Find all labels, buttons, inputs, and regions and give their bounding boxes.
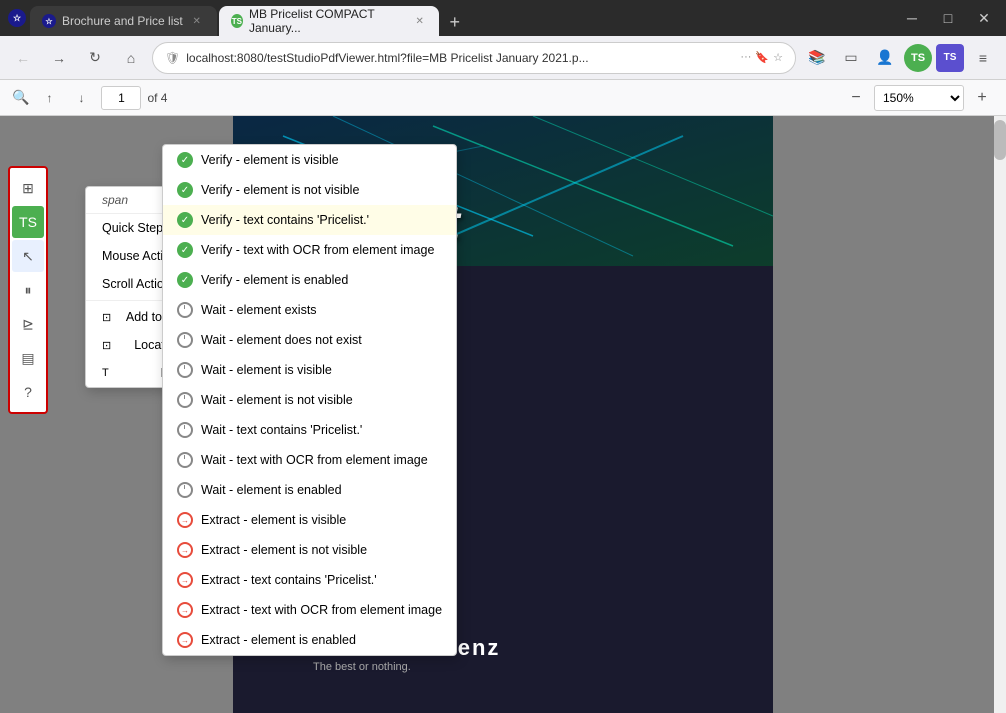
security-icon: 🛡 [165, 51, 180, 65]
clock-icon-2 [177, 332, 193, 348]
zoom-level-select[interactable]: 150% [874, 85, 964, 111]
quick-steps-submenu: ✓ Verify - element is visible ✓ Verify -… [162, 144, 457, 656]
forward-button[interactable]: → [44, 43, 74, 73]
clock-icon-5 [177, 422, 193, 438]
scrollbar-thumb[interactable] [994, 120, 1006, 160]
submenu-wait-visible[interactable]: Wait - element is visible [163, 355, 456, 385]
ts-tool-button[interactable]: TS [12, 206, 44, 238]
zoom-controls: − 150% + [844, 85, 994, 111]
submenu-extract-visible[interactable]: Extract - element is visible [163, 505, 456, 535]
pdf-up-button[interactable]: ↑ [37, 86, 61, 110]
extract-icon-5 [177, 632, 193, 648]
tab1-close[interactable]: ✕ [189, 13, 205, 29]
submenu-wait-enabled[interactable]: Wait - element is enabled [163, 475, 456, 505]
extract-icon-4 [177, 602, 193, 618]
collections-icon[interactable]: 📚 [802, 43, 832, 73]
window-controls: ─ □ ✕ [898, 4, 998, 32]
close-button[interactable]: ✕ [970, 4, 998, 32]
profile-badge[interactable]: TS [904, 44, 932, 72]
pdf-toolbar: 🔍 ↑ ↓ 1 of 4 − 150% + [0, 80, 1006, 116]
submenu-wait-text-ocr[interactable]: Wait - text with OCR from element image [163, 445, 456, 475]
clock-icon-1 [177, 302, 193, 318]
submenu-wait-not-exists[interactable]: Wait - element does not exist [163, 325, 456, 355]
tab-group: ☆ Brochure and Price list ✕ TS MB Pricel… [30, 0, 894, 36]
address-text: localhost:8080/testStudioPdfViewer.html?… [186, 51, 734, 65]
check-icon-3: ✓ [177, 212, 193, 228]
tree-tool-button[interactable]: ⊵ [12, 308, 44, 340]
minimize-button[interactable]: ─ [898, 4, 926, 32]
toolbar-right: 📚 ▭ 👤 TS TS ≡ [802, 43, 998, 73]
tab-brochure[interactable]: ☆ Brochure and Price list ✕ [30, 6, 217, 36]
extract-icon-3 [177, 572, 193, 588]
tab2-icon: TS [231, 14, 243, 28]
account-icon[interactable]: 👤 [870, 43, 900, 73]
page-number-input[interactable]: 1 [101, 86, 141, 110]
clock-icon-6 [177, 452, 193, 468]
mercedes-tagline: The best or nothing. [313, 661, 773, 673]
home-button[interactable]: ⌂ [116, 43, 146, 73]
tab1-icon: ☆ [42, 14, 56, 28]
zoom-out-button[interactable]: − [844, 86, 868, 110]
maximize-button[interactable]: □ [934, 4, 962, 32]
zoom-in-button[interactable]: + [970, 86, 994, 110]
tab1-label: Brochure and Price list [62, 14, 183, 28]
address-actions: ··· 🔖 ☆ [740, 51, 783, 64]
locate-dom-icon: ⊡ [102, 339, 111, 352]
check-icon-1: ✓ [177, 152, 193, 168]
pdf-area: Pricelist Effective Mercedes-Benz The be… [0, 116, 1006, 713]
submenu-verify-text-ocr[interactable]: ✓ Verify - text with OCR from element im… [163, 235, 456, 265]
pdf-search-button[interactable]: 🔍 [12, 89, 29, 106]
new-tab-button[interactable]: + [441, 8, 469, 36]
submenu-verify-text-contains[interactable]: ✓ Verify - text contains 'Pricelist.' [163, 205, 456, 235]
tab2-label: MB Pricelist COMPACT January... [249, 7, 407, 35]
cursor-tool-button[interactable]: ↖ [12, 240, 44, 272]
clock-icon-4 [177, 392, 193, 408]
submenu-verify-enabled[interactable]: ✓ Verify - element is enabled [163, 265, 456, 295]
title-bar: ☆ ☆ Brochure and Price list ✕ TS MB Pric… [0, 0, 1006, 36]
check-icon-2: ✓ [177, 182, 193, 198]
tool-panel: ⊞ TS ↖ ⏸ ⊵ ▤ ? [8, 166, 48, 414]
back-button[interactable]: ← [8, 43, 38, 73]
submenu-verify-visible[interactable]: ✓ Verify - element is visible [163, 145, 456, 175]
main-content: Pricelist Effective Mercedes-Benz The be… [0, 116, 1006, 713]
submenu-verify-not-visible[interactable]: ✓ Verify - element is not visible [163, 175, 456, 205]
add-elements-icon: ⊡ [102, 311, 111, 324]
submenu-wait-text-contains[interactable]: Wait - text contains 'Pricelist.' [163, 415, 456, 445]
submenu-extract-text-ocr[interactable]: Extract - text with OCR from element ima… [163, 595, 456, 625]
submenu-extract-not-visible[interactable]: Extract - element is not visible [163, 535, 456, 565]
submenu-extract-text-contains[interactable]: Extract - text contains 'Pricelist.' [163, 565, 456, 595]
star-icon[interactable]: ☆ [773, 51, 783, 64]
submenu-wait-not-visible[interactable]: Wait - element is not visible [163, 385, 456, 415]
build-step-icon: T [102, 367, 109, 379]
submenu-extract-enabled[interactable]: Extract - element is enabled [163, 625, 456, 655]
bookmark-icon[interactable]: 🔖 [755, 51, 769, 64]
extract-icon-2 [177, 542, 193, 558]
check-icon-4: ✓ [177, 242, 193, 258]
nav-bar: ← → ↻ ⌂ 🛡 localhost:8080/testStudioPdfVi… [0, 36, 1006, 80]
address-bar[interactable]: 🛡 localhost:8080/testStudioPdfViewer.htm… [152, 42, 796, 74]
clock-icon-3 [177, 362, 193, 378]
tab2-close[interactable]: ✕ [413, 13, 427, 29]
grid-tool-button[interactable]: ⊞ [12, 172, 44, 204]
tab-mb-pricelist[interactable]: TS MB Pricelist COMPACT January... ✕ [219, 6, 439, 36]
extract-icon-1 [177, 512, 193, 528]
browser-logo: ☆ [8, 9, 26, 27]
more-options-icon[interactable]: ··· [740, 51, 751, 64]
settings-icon[interactable]: ≡ [968, 43, 998, 73]
page-total: of 4 [147, 91, 167, 105]
scrollbar[interactable] [994, 116, 1006, 713]
check-icon-5: ✓ [177, 272, 193, 288]
refresh-button[interactable]: ↻ [80, 43, 110, 73]
book-tool-button[interactable]: ▤ [12, 342, 44, 374]
immersive-reader-icon[interactable]: ▭ [836, 43, 866, 73]
clock-icon-7 [177, 482, 193, 498]
help-tool-button[interactable]: ? [12, 376, 44, 408]
submenu-wait-exists[interactable]: Wait - element exists [163, 295, 456, 325]
pdf-down-button[interactable]: ↓ [69, 86, 93, 110]
extension-icon[interactable]: TS [936, 44, 964, 72]
pause-tool-button[interactable]: ⏸ [12, 274, 44, 306]
page-navigation: 1 of 4 [101, 86, 167, 110]
